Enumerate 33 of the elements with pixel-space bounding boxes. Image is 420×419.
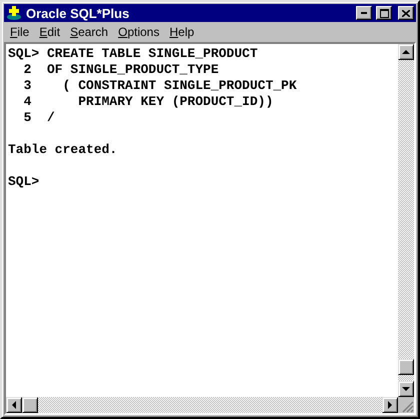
left-arrow-icon [12, 401, 16, 409]
console-line: 4 PRIMARY KEY (PRODUCT_ID)) [22, 94, 274, 110]
scroll-thumb[interactable] [398, 359, 414, 375]
menu-item[interactable]: Help [165, 24, 200, 38]
console-line: SQL> [8, 174, 40, 190]
scroll-thumb[interactable] [22, 397, 38, 413]
close-icon [402, 10, 410, 16]
maximize-icon [380, 8, 388, 18]
console-line: SQL> CREATE TABLE SINGLE_PRODUCT [8, 46, 259, 62]
menu-item[interactable]: Edit [35, 24, 66, 38]
console-line: 3 ( CONSTRAINT SINGLE_PRODUCT_PK [22, 78, 298, 94]
scroll-left-button[interactable] [6, 397, 22, 413]
app-icon [6, 5, 22, 21]
menu-item[interactable]: Options [114, 24, 166, 38]
scroll-up-button[interactable] [398, 44, 414, 60]
scroll-down-button[interactable] [398, 381, 414, 397]
down-arrow-icon [402, 387, 410, 391]
menu-item[interactable]: Search [66, 24, 114, 38]
resize-grip-icon[interactable] [402, 401, 414, 413]
console-line: 5 / [22, 110, 56, 126]
close-button[interactable] [398, 6, 414, 20]
horizontal-scrollbar[interactable] [6, 397, 398, 413]
console-line: 2 OF SINGLE_PRODUCT_TYPE [22, 62, 220, 78]
maximize-button[interactable] [376, 6, 392, 20]
right-arrow-icon [388, 401, 392, 409]
minimize-button[interactable] [356, 6, 372, 20]
vertical-scrollbar[interactable] [398, 44, 414, 397]
console-line: Table created. [8, 142, 118, 158]
scroll-right-button[interactable] [382, 397, 398, 413]
menu-item[interactable]: File [6, 24, 36, 38]
minimize-icon [361, 12, 367, 14]
up-arrow-icon [402, 50, 410, 54]
window-title: Oracle SQL*Plus [26, 6, 130, 20]
